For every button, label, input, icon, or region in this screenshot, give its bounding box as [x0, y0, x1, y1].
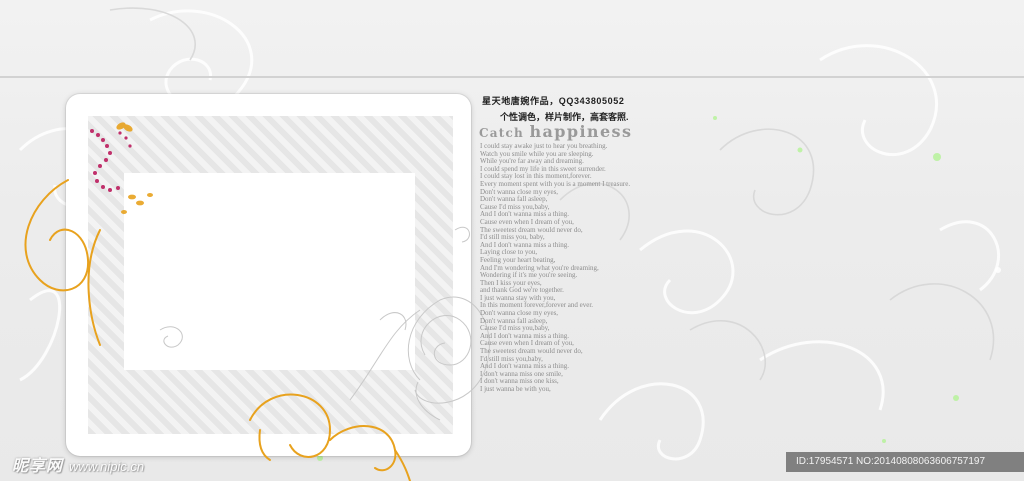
photo-placeholder	[124, 173, 415, 370]
image-id-watermark: ID:17954571 NO:20140808063606757197	[786, 452, 1024, 472]
headline-word-happiness: happiness	[529, 122, 633, 141]
author-credit: 星天地唐婉作品，QQ343805052	[482, 96, 625, 106]
nipic-url: www.nipic.cn	[69, 459, 145, 474]
headline-word-catch: Catch	[479, 126, 524, 140]
lyrics-block: I could stay awake just to hear you brea…	[480, 142, 630, 394]
lyric-line: I just wanna be with you,	[480, 385, 551, 393]
top-divider-line	[0, 76, 1024, 78]
headline: Catch happiness	[479, 122, 632, 141]
nipic-watermark: 昵享网 www.nipic.cn	[12, 452, 144, 476]
nipic-logo-text: 昵享网	[12, 458, 64, 475]
